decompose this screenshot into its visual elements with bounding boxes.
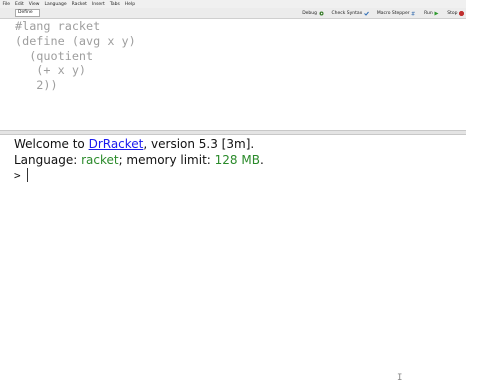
menu-language[interactable]: Language <box>42 2 69 7</box>
check-syntax-button[interactable]: Check Syntax <box>332 11 369 16</box>
debug-label: Debug <box>302 10 317 16</box>
check-syntax-icon <box>363 11 369 16</box>
toolbar-buttons: Debug Check Syntax Macro Stepper # Run S… <box>294 10 466 16</box>
prompt-line[interactable]: > <box>14 168 264 184</box>
interactions-pane[interactable]: Welcome to DrRacket, version 5.3 [3m]. L… <box>0 135 466 383</box>
menu-insert[interactable]: Insert <box>89 2 107 7</box>
ibeam-cursor-icon: I <box>397 373 403 383</box>
drracket-window: File Edit View Language Racket Insert Ta… <box>0 0 466 383</box>
check-syntax-label: Check Syntax <box>331 10 363 16</box>
drracket-link[interactable]: DrRacket <box>89 137 144 151</box>
language-prefix: Language: <box>14 152 82 167</box>
run-icon <box>434 11 439 15</box>
toolbar: Define Debug Check Syntax Macro Stepper … <box>0 8 466 19</box>
run-button[interactable]: Run <box>424 11 439 16</box>
stop-button[interactable]: Stop <box>447 10 464 16</box>
interactions-text: Welcome to DrRacket, version 5.3 [3m]. L… <box>14 137 264 184</box>
memory-suffix: . <box>259 152 264 167</box>
menu-edit[interactable]: Edit <box>13 2 27 7</box>
stop-icon <box>459 10 464 16</box>
macro-stepper-label: Macro Stepper <box>376 10 410 16</box>
right-background <box>466 0 480 270</box>
svg-text:#: # <box>411 11 415 16</box>
debug-button[interactable]: Debug <box>302 11 323 16</box>
menu-tabs[interactable]: Tabs <box>107 2 122 7</box>
definitions-dropdown[interactable]: Define <box>15 9 40 17</box>
stop-label: Stop <box>447 10 458 16</box>
macro-stepper-button[interactable]: Macro Stepper # <box>377 11 416 16</box>
memory-limit: 128 MB <box>214 152 260 167</box>
language-name: racket <box>81 152 119 167</box>
memory-prefix: ; memory limit: <box>118 152 215 167</box>
menu-file[interactable]: File <box>0 2 13 7</box>
definitions-pane[interactable]: #lang racket (define (avg x y) (quotient… <box>0 19 466 130</box>
welcome-prefix: Welcome to <box>14 137 89 151</box>
definitions-code[interactable]: #lang racket (define (avg x y) (quotient… <box>15 19 136 93</box>
welcome-line: Welcome to DrRacket, version 5.3 [3m]. <box>14 137 264 153</box>
menu-bar: File Edit View Language Racket Insert Ta… <box>0 0 466 8</box>
run-label: Run <box>424 10 433 16</box>
macro-stepper-icon: # <box>411 11 415 16</box>
menu-help[interactable]: Help <box>122 2 137 7</box>
menu-racket[interactable]: Racket <box>69 2 89 7</box>
welcome-suffix: , version 5.3 [3m]. <box>143 137 255 151</box>
definitions-menu: Define <box>0 9 40 17</box>
text-caret <box>26 168 28 182</box>
debug-icon <box>319 11 323 15</box>
menu-view[interactable]: View <box>26 2 42 7</box>
language-line: Language: racket; memory limit: 128 MB. <box>14 153 264 169</box>
repl-prompt: > <box>14 169 21 182</box>
